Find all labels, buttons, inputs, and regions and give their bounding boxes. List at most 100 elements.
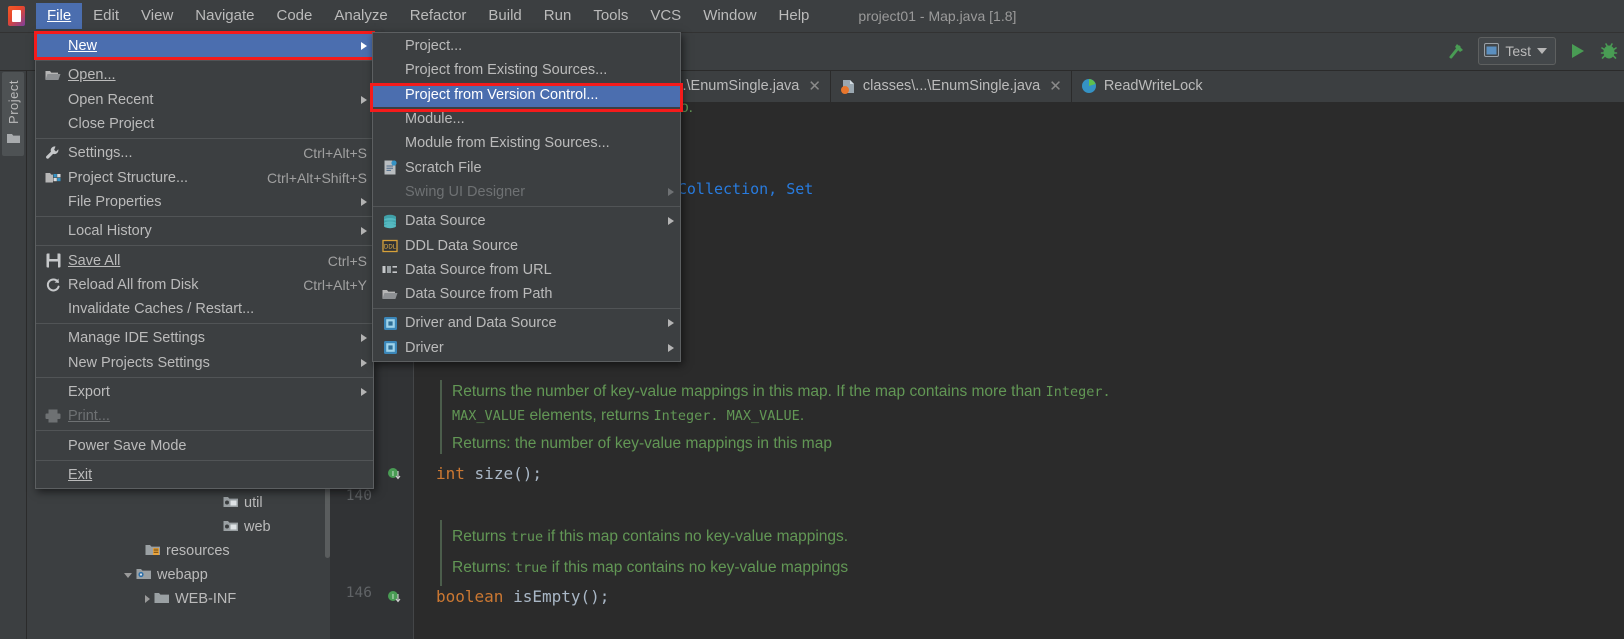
menu-item-label: Settings... — [68, 145, 133, 162]
implemented-method-icon[interactable]: I — [387, 590, 401, 604]
menu-item-driver[interactable]: Driver — [373, 336, 680, 360]
blank-icon — [44, 223, 62, 239]
menu-item-label: Save All — [68, 252, 121, 269]
chevron-right-icon[interactable] — [668, 319, 674, 328]
menu-item-local-history[interactable]: Local History — [36, 219, 373, 243]
menu-item-invalidate-caches[interactable]: Invalidate Caches / Restart... — [36, 297, 373, 321]
menu-view[interactable]: View — [130, 3, 184, 29]
menu-item-open-recent[interactable]: Open Recent — [36, 88, 373, 112]
menu-item-project[interactable]: Project... — [373, 34, 680, 58]
menu-separator — [36, 216, 373, 218]
blank-icon — [381, 184, 399, 200]
javadoc-text: . — [799, 407, 805, 424]
menu-item-ddl-data-source[interactable]: DDL DDL Data Source — [373, 233, 680, 257]
chevron-down-icon[interactable] — [124, 572, 132, 578]
url-icon — [381, 262, 399, 278]
menu-item-label: Close Project — [68, 116, 155, 133]
run-icon[interactable] — [1566, 40, 1588, 62]
menu-file[interactable]: File — [36, 3, 83, 29]
javadoc-isempty-line1: Returns true if this map contains no key… — [452, 525, 848, 549]
menu-edit[interactable]: Edit — [82, 3, 130, 29]
menu-item-manage-ide-settings[interactable]: Manage IDE Settings — [36, 326, 373, 350]
menu-item-scratch-file[interactable]: Scratch File — [373, 155, 680, 179]
chevron-right-icon[interactable] — [361, 358, 367, 367]
menu-item-data-source-from-path[interactable]: Data Source from Path — [373, 282, 680, 306]
debug-icon[interactable] — [1598, 40, 1620, 62]
sidebar-item-project[interactable]: Project — [2, 72, 24, 156]
menu-item-open[interactable]: Open... — [36, 63, 373, 87]
blank-icon — [44, 438, 62, 454]
menu-item-project-from-version-control[interactable]: Project from Version Control... — [373, 82, 680, 107]
editor-tab-classes-enumsingle-java[interactable]: classes\...\EnumSingle.java ✕ — [831, 70, 1072, 102]
chevron-right-icon[interactable] — [361, 388, 367, 396]
menu-item-label: Export — [68, 384, 110, 400]
editor-tab-readwritelock[interactable]: ReadWriteLock — [1072, 70, 1212, 102]
menu-item-export[interactable]: Export — [36, 380, 373, 404]
menu-item-project-from-existing-sources[interactable]: Project from Existing Sources... — [373, 58, 680, 82]
menu-item-new-projects-settings[interactable]: New Projects Settings — [36, 351, 373, 375]
implemented-method-icon[interactable]: I — [387, 467, 401, 481]
menu-item-driver-and-data-source[interactable]: Driver and Data Source — [373, 311, 680, 335]
menu-item-save-all[interactable]: Save All Ctrl+S — [36, 248, 373, 272]
tree-row-label: WEB-INF — [175, 591, 237, 607]
hammer-icon[interactable] — [1446, 40, 1468, 62]
menu-build-label: Build — [488, 7, 522, 24]
menu-item-label: Open Recent — [68, 91, 154, 108]
javadoc-size-line3: Returns: the number of key-value mapping… — [452, 435, 832, 452]
menu-item-project-structure[interactable]: Project Structure... Ctrl+Alt+Shift+S — [36, 165, 373, 189]
blank-icon — [44, 92, 62, 108]
menu-separator — [36, 376, 373, 378]
blank-icon — [381, 62, 399, 78]
chevron-right-icon[interactable] — [361, 227, 367, 236]
menu-item-exit[interactable]: Exit — [36, 463, 373, 487]
menu-item-reload-all-from-disk[interactable]: Reload All from Disk Ctrl+Alt+Y — [36, 273, 373, 297]
menu-item-settings[interactable]: Settings... Ctrl+Alt+S — [36, 141, 373, 165]
chevron-right-icon[interactable] — [668, 217, 674, 226]
menu-separator — [373, 206, 680, 208]
chevron-right-icon[interactable] — [145, 595, 150, 603]
menu-item-label: Driver and Data Source — [405, 315, 557, 332]
menu-window[interactable]: Window — [692, 3, 767, 29]
chevron-right-icon[interactable] — [668, 343, 674, 352]
chevron-right-icon[interactable] — [361, 95, 367, 104]
menu-item-data-source[interactable]: Data Source — [373, 209, 680, 233]
javadoc-size-line1: Returns the number of key-value mappings… — [452, 380, 1111, 404]
tree-row-web-inf[interactable]: WEB-INF — [27, 587, 330, 611]
menu-item-new[interactable]: New — [36, 34, 373, 59]
menu-run[interactable]: Run — [533, 3, 583, 29]
file-menu-dropdown[interactable]: New Open... Open Recent Close Project Se… — [34, 31, 375, 490]
menu-item-module-from-existing-sources[interactable]: Module from Existing Sources... — [373, 131, 680, 155]
code-line-size: int size(); — [436, 462, 542, 486]
tree-row-resources[interactable]: resources — [27, 539, 330, 563]
menu-help[interactable]: Help — [768, 3, 821, 29]
menu-vcs[interactable]: VCS — [639, 3, 692, 29]
chevron-down-icon[interactable] — [1537, 48, 1547, 54]
tab-close-icon[interactable]: ✕ — [1049, 79, 1062, 94]
menu-item-file-properties[interactable]: File Properties — [36, 190, 373, 214]
menu-tools-label: Tools — [593, 7, 629, 24]
menu-item-close-project[interactable]: Close Project — [36, 112, 373, 136]
intellij-logo-icon — [6, 5, 28, 27]
chevron-right-icon[interactable] — [361, 334, 367, 343]
menu-item-shortcut: Ctrl+Alt+S — [303, 145, 367, 162]
menu-item-module[interactable]: Module... — [373, 107, 680, 131]
tab-close-icon[interactable]: ✕ — [808, 79, 821, 94]
menu-refactor[interactable]: Refactor — [399, 3, 478, 29]
tree-row-webapp[interactable]: webapp — [27, 563, 330, 587]
new-submenu-dropdown[interactable]: Project... Project from Existing Sources… — [370, 32, 683, 362]
editor-tab-label: ReadWriteLock — [1103, 78, 1203, 94]
menu-code[interactable]: Code — [265, 3, 323, 29]
menu-window-label: Window — [703, 7, 757, 24]
run-configuration-selector[interactable]: Test — [1478, 37, 1556, 65]
menu-navigate[interactable]: Navigate — [184, 3, 265, 29]
tree-row-web[interactable]: web — [27, 515, 330, 539]
menu-analyze[interactable]: Analyze — [323, 3, 398, 29]
menu-item-power-save-mode[interactable]: Power Save Mode — [36, 433, 373, 457]
menu-tools[interactable]: Tools — [582, 3, 639, 29]
chevron-right-icon[interactable] — [361, 42, 367, 51]
menu-item-label: Swing UI Designer — [405, 183, 526, 200]
chevron-right-icon[interactable] — [361, 197, 367, 206]
menu-item-data-source-from-url[interactable]: Data Source from URL — [373, 258, 680, 282]
menu-build[interactable]: Build — [477, 3, 532, 29]
tree-row-util[interactable]: util — [27, 491, 330, 515]
